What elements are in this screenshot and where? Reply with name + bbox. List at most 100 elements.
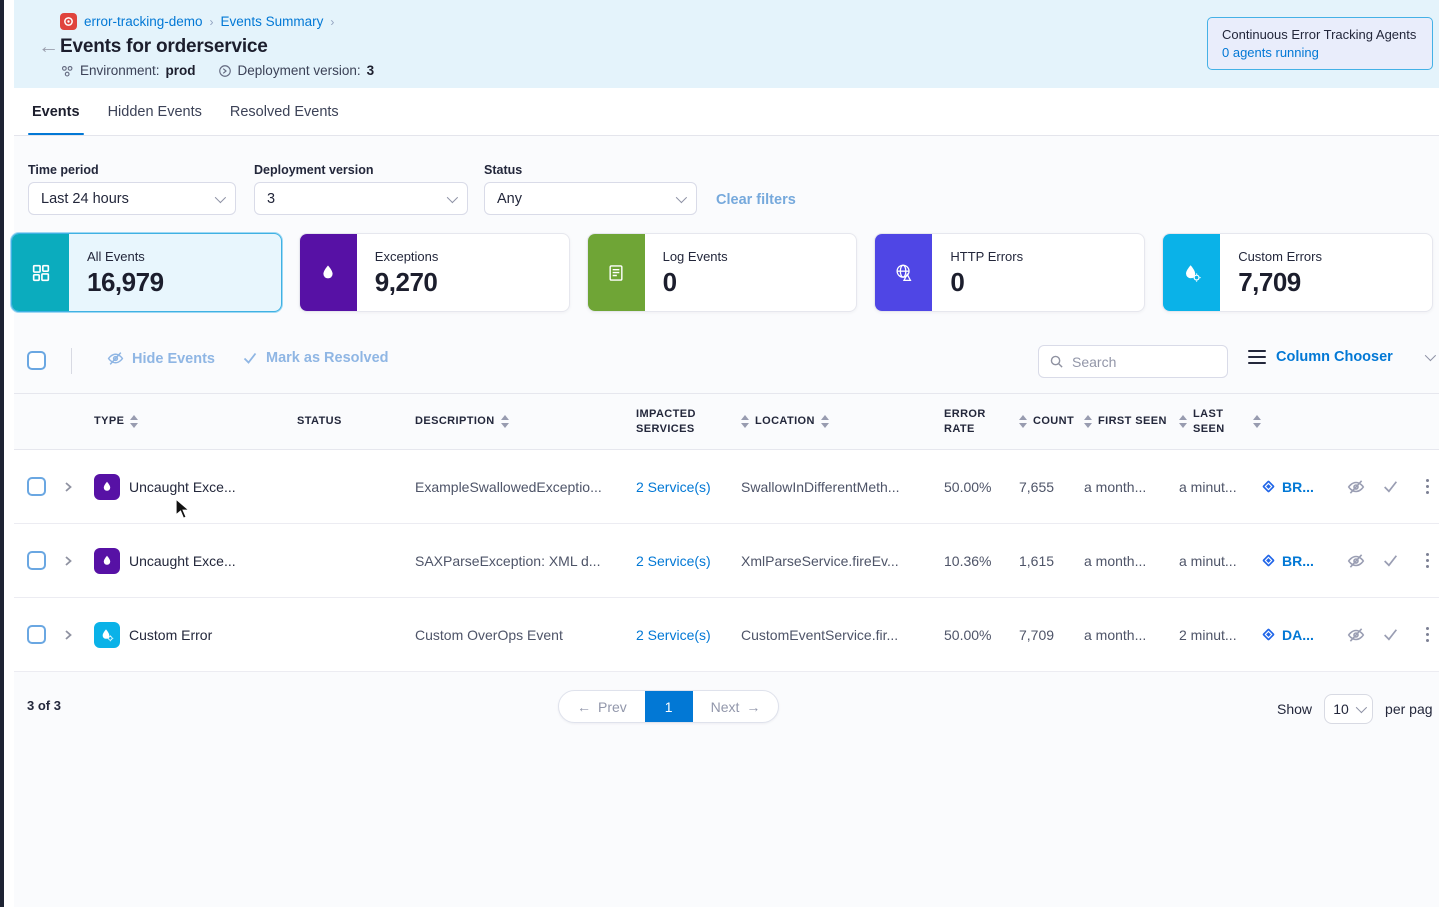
impacted-services-link[interactable]: 2 Service(s)	[636, 553, 711, 569]
agents-running-link[interactable]: 0 agents running	[1222, 45, 1418, 60]
status-select[interactable]: Any	[484, 182, 697, 215]
time-period-label: Time period	[28, 163, 99, 177]
event-description: ExampleSwallowedExceptio...	[415, 479, 636, 495]
environment-label: Environment:	[80, 63, 160, 78]
pagination: ←Prev 1 Next→	[558, 690, 779, 723]
page-size-control: Show 10 per pag	[1277, 694, 1433, 724]
arrow-right-icon: →	[746, 699, 760, 715]
deployment-version-label: Deployment version	[254, 163, 373, 177]
hide-events-button[interactable]: Hide Events	[107, 350, 215, 367]
stat-card-value: 16,979	[87, 267, 164, 298]
col-header-location[interactable]: LOCATION	[741, 414, 944, 429]
breadcrumb-section-link[interactable]: Events Summary	[221, 14, 324, 29]
sort-icon[interactable]	[821, 415, 829, 428]
hide-event-icon[interactable]	[1347, 552, 1365, 570]
deployment-value: 3	[367, 63, 375, 78]
event-description: Custom OverOps Event	[415, 627, 636, 643]
resolve-event-icon[interactable]	[1382, 626, 1399, 643]
assignee-link[interactable]: BR...	[1261, 479, 1343, 495]
grid-icon	[12, 234, 69, 311]
chevron-right-icon: ›	[330, 15, 334, 29]
column-chooser-button[interactable]: Column Chooser	[1248, 349, 1433, 365]
impacted-services-link[interactable]: 2 Service(s)	[636, 479, 711, 495]
tab-events[interactable]: Events	[18, 88, 94, 135]
page-size-select[interactable]: 10	[1324, 694, 1373, 724]
stat-card-label: HTTP Errors	[950, 249, 1023, 264]
deployment-meta: Deployment version: 3	[218, 63, 375, 78]
stat-card-log-events[interactable]: Log Events 0	[587, 233, 858, 312]
col-header-last-seen[interactable]: LAST SEEN	[1179, 407, 1261, 437]
deployment-version-select[interactable]: 3	[254, 182, 468, 215]
col-header-type[interactable]: TYPE	[94, 414, 261, 429]
col-header-error-rate[interactable]: ERROR RATE	[944, 407, 996, 437]
page-meta: Environment: prod Deployment version: 3	[60, 63, 374, 78]
chevron-down-icon	[215, 191, 226, 202]
row-expander[interactable]	[61, 554, 94, 568]
last-seen: a minut...	[1179, 479, 1261, 495]
hide-event-icon[interactable]	[1347, 478, 1365, 496]
chevron-down-icon	[1356, 702, 1367, 713]
col-header-first-seen[interactable]: FIRST SEEN	[1084, 414, 1179, 429]
hide-event-icon[interactable]	[1347, 626, 1365, 644]
log-document-icon	[588, 234, 645, 311]
stat-card-all-events[interactable]: All Events 16,979	[11, 233, 282, 312]
tab-resolved-events[interactable]: Resolved Events	[216, 88, 353, 135]
event-count: 7,655	[1019, 479, 1084, 495]
arrow-left-icon: ←	[577, 699, 591, 715]
back-button[interactable]: ←	[38, 36, 59, 57]
diamond-icon	[1261, 627, 1276, 642]
assignee-link[interactable]: DA...	[1261, 627, 1343, 643]
sort-icon[interactable]	[1084, 415, 1092, 428]
sort-icon[interactable]	[1253, 415, 1261, 428]
stat-card-label: Custom Errors	[1238, 249, 1322, 264]
impacted-services-link[interactable]: 2 Service(s)	[636, 627, 711, 643]
col-header-count[interactable]: COUNT	[1019, 414, 1084, 429]
col-header-status[interactable]: STATUS	[261, 414, 415, 429]
next-page-button[interactable]: Next→	[693, 691, 779, 722]
current-page-button[interactable]: 1	[645, 691, 693, 722]
row-menu-icon[interactable]	[1426, 479, 1429, 495]
stat-card-exceptions[interactable]: Exceptions 9,270	[299, 233, 570, 312]
flame-icon	[300, 234, 357, 311]
row-checkbox[interactable]	[27, 551, 46, 570]
prev-page-button[interactable]: ←Prev	[559, 691, 645, 722]
row-checkbox[interactable]	[27, 477, 46, 496]
sort-icon[interactable]	[1019, 415, 1027, 428]
event-count: 7,709	[1019, 627, 1084, 643]
row-expander[interactable]	[61, 628, 94, 642]
time-period-select[interactable]: Last 24 hours	[28, 182, 236, 215]
agents-status-card: Continuous Error Tracking Agents 0 agent…	[1207, 17, 1433, 70]
event-type: Custom Error	[129, 627, 212, 643]
error-tracking-logo-icon	[60, 13, 77, 30]
row-menu-icon[interactable]	[1426, 553, 1429, 569]
row-expander[interactable]	[61, 480, 94, 494]
col-header-description[interactable]: DESCRIPTION	[415, 414, 636, 429]
tab-hidden-events[interactable]: Hidden Events	[94, 88, 216, 135]
table-row: Uncaught Exce... SAXParseException: XML …	[14, 524, 1439, 598]
clear-filters-button[interactable]: Clear filters	[716, 192, 796, 208]
select-all-checkbox[interactable]	[27, 351, 46, 370]
search-input[interactable]	[1072, 354, 1202, 370]
breadcrumb-project-link[interactable]: error-tracking-demo	[84, 14, 203, 29]
sort-icon[interactable]	[501, 415, 509, 428]
sort-icon[interactable]	[130, 415, 138, 428]
resolve-event-icon[interactable]	[1382, 552, 1399, 569]
stat-card-custom-errors[interactable]: Custom Errors 7,709	[1162, 233, 1433, 312]
deployment-version-value: 3	[267, 191, 275, 207]
mark-resolved-label: Mark as Resolved	[266, 350, 389, 366]
results-count: 3 of 3	[27, 698, 61, 713]
assignee-link[interactable]: BR...	[1261, 553, 1343, 569]
page-header: error-tracking-demo › Events Summary › ←…	[14, 0, 1439, 88]
resolve-event-icon[interactable]	[1382, 478, 1399, 495]
sort-icon[interactable]	[741, 415, 749, 428]
chevron-down-icon	[447, 191, 458, 202]
row-checkbox[interactable]	[27, 625, 46, 644]
last-seen: 2 minut...	[1179, 627, 1261, 643]
col-header-impacted-services[interactable]: IMPACTED SERVICES	[636, 407, 716, 437]
sort-icon[interactable]	[1179, 415, 1187, 428]
row-menu-icon[interactable]	[1426, 627, 1429, 643]
collapsed-sidebar-stripe	[0, 0, 4, 907]
stat-card-http-errors[interactable]: HTTP Errors 0	[874, 233, 1145, 312]
events-table: TYPE STATUS DESCRIPTION IMPACTED SERVICE…	[14, 393, 1439, 672]
mark-resolved-button[interactable]: Mark as Resolved	[242, 350, 389, 366]
